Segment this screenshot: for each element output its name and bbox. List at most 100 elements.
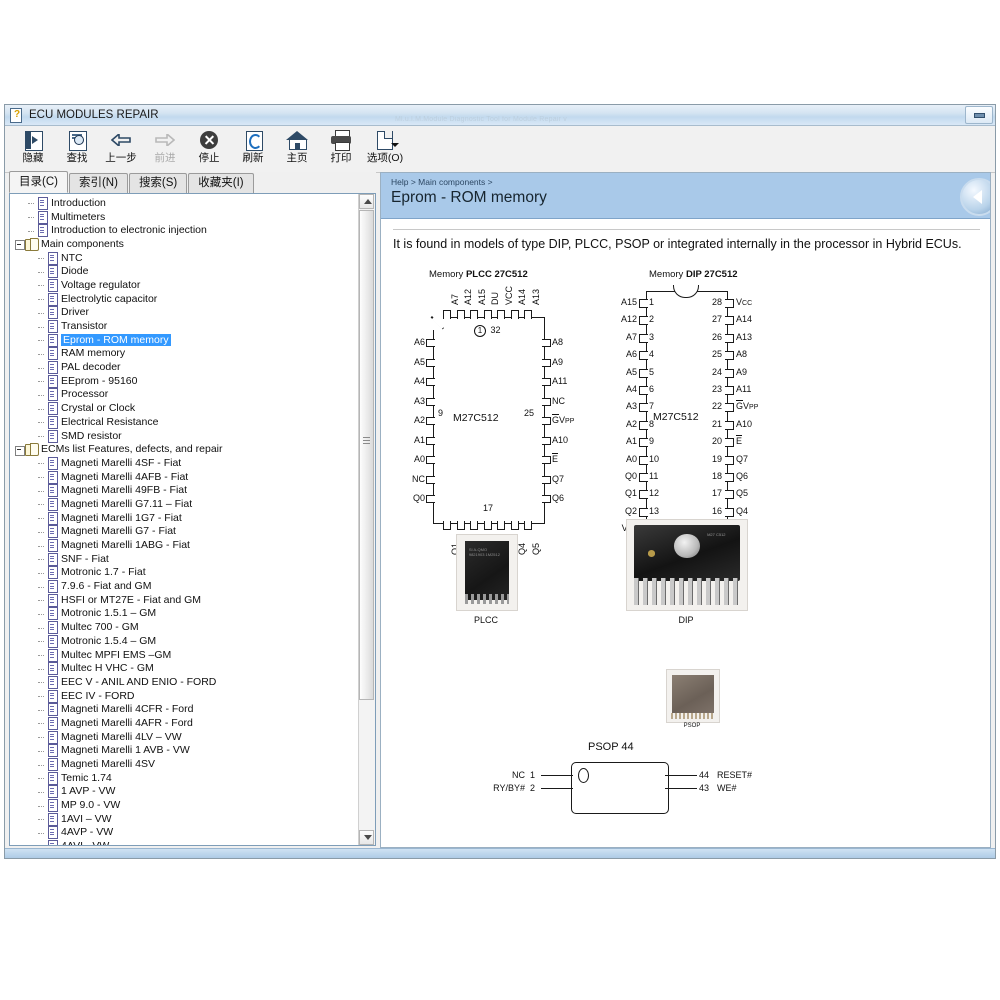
back-circle-icon[interactable]	[960, 178, 991, 216]
tree-item-introduction[interactable]: Introduction	[10, 196, 359, 210]
tree-item-1avi-vw[interactable]: 1AVI – VW	[10, 812, 359, 826]
tree-item-7-9-6-fiat-and-gm[interactable]: 7.9.6 - Fiat and GM	[10, 579, 359, 593]
tree-item-magneti-marelli-1-avb-vw[interactable]: Magneti Marelli 1 AVB - VW	[10, 744, 359, 758]
dip-pin-number: 22	[704, 402, 722, 411]
plcc-pin-label: A8	[552, 338, 563, 347]
tree-item-ram-memory[interactable]: RAM memory	[10, 347, 359, 361]
page-icon	[47, 662, 58, 674]
tab-search[interactable]: 搜索(S)	[129, 173, 187, 193]
tree-item-transistor[interactable]: Transistor	[10, 319, 359, 333]
psop-chip-legs	[671, 713, 715, 719]
dip-pin-number: 1	[649, 298, 654, 307]
tree-item-smd-resistor[interactable]: SMD resistor	[10, 429, 359, 443]
tree-item-main-components[interactable]: Main components	[10, 237, 359, 251]
tree-item-introduction-to-electronic-injection[interactable]: Introduction to electronic injection	[10, 223, 359, 237]
tree-item-electrical-resistance[interactable]: Electrical Resistance	[10, 415, 359, 429]
tree-item-magneti-marelli-1abg-fiat[interactable]: Magneti Marelli 1ABG - Fiat	[10, 538, 359, 552]
tree-item-label: Motronic 1.5.1 – GM	[61, 607, 156, 619]
toolbar-button-print[interactable]: 打印	[319, 128, 363, 170]
tree-item-magneti-marelli-4afr-ford[interactable]: Magneti Marelli 4AFR - Ford	[10, 716, 359, 730]
tree-item-magneti-marelli-1g7-fiat[interactable]: Magneti Marelli 1G7 - Fiat	[10, 511, 359, 525]
scrollbar-thumb[interactable]	[359, 210, 374, 700]
tree-item-eprom-rom-memory[interactable]: Eprom - ROM memory	[10, 333, 359, 347]
minimize-button[interactable]	[965, 106, 993, 124]
tree-item-snf-fiat[interactable]: SNF - Fiat	[10, 552, 359, 566]
page-icon	[47, 785, 58, 797]
tree-item-multec-mpfi-ems-gm[interactable]: Multec MPFI EMS –GM	[10, 648, 359, 662]
tree-item-temic-1-74[interactable]: Temic 1.74	[10, 771, 359, 785]
tree-item-hsfi-or-mt27e-fiat-and-gm[interactable]: HSFI or MT27E - Fiat and GM	[10, 593, 359, 607]
tree-item-eec-iv-ford[interactable]: EEC IV - FORD	[10, 689, 359, 703]
toolbar-button-back[interactable]: 上一步	[99, 128, 143, 170]
plcc-pin-stub	[524, 310, 532, 319]
dip-pin-number: 17	[704, 489, 722, 498]
tree-item-1-avp-vw[interactable]: 1 AVP - VW	[10, 785, 359, 799]
toolbar-button-hide[interactable]: 隐藏	[11, 128, 55, 170]
toolbar-button-find[interactable]: 查找	[55, 128, 99, 170]
page-icon	[47, 635, 58, 647]
scroll-down-button[interactable]	[359, 830, 374, 845]
dip-title-prefix: Memory	[649, 269, 683, 280]
tree-item-voltage-regulator[interactable]: Voltage regulator	[10, 278, 359, 292]
tree-item-magneti-marelli-4cfr-ford[interactable]: Magneti Marelli 4CFR - Ford	[10, 702, 359, 716]
tree-item-motronic-1-7-fiat[interactable]: Motronic 1.7 - Fiat	[10, 566, 359, 580]
tree-item-magneti-marelli-4sf-fiat[interactable]: Magneti Marelli 4SF - Fiat	[10, 456, 359, 470]
tree-item-label: PAL decoder	[61, 361, 121, 373]
tree-item-crystal-or-clock[interactable]: Crystal or Clock	[10, 401, 359, 415]
tree-item-eec-v-anil-and-enio-ford[interactable]: EEC V - ANIL AND ENIO - FORD	[10, 675, 359, 689]
tree-item-magneti-marelli-4afb-fiat[interactable]: Magneti Marelli 4AFB - Fiat	[10, 470, 359, 484]
tree-vertical-scrollbar[interactable]	[358, 194, 375, 845]
dip-pin-number: 11	[649, 472, 658, 481]
tree-item-magneti-marelli-g7-fiat[interactable]: Magneti Marelli G7 - Fiat	[10, 525, 359, 539]
plcc-pin-stub	[524, 521, 532, 530]
tree-connector-icon	[36, 265, 47, 278]
tab-index[interactable]: 索引(N)	[69, 173, 128, 193]
tree-item-motronic-1-5-4-gm[interactable]: Motronic 1.5.4 – GM	[10, 634, 359, 648]
tree-item-diode[interactable]: Diode	[10, 264, 359, 278]
toolbar-button-stop[interactable]: 停止	[187, 128, 231, 170]
plcc-pin-label: A10	[552, 436, 568, 445]
dip-pin-name: Q5	[736, 489, 748, 498]
tree-expander-minus-icon[interactable]	[14, 443, 25, 456]
tree-item-magneti-marelli-4lv-vw[interactable]: Magneti Marelli 4LV – VW	[10, 730, 359, 744]
tree-item-label: Magneti Marelli 4CFR - Ford	[61, 703, 193, 715]
contents-tree[interactable]: IntroductionMultimetersIntroduction to e…	[10, 196, 359, 845]
tab-contents[interactable]: 目录(C)	[9, 171, 68, 193]
tree-item-pal-decoder[interactable]: PAL decoder	[10, 360, 359, 374]
tree-item-motronic-1-5-1-gm[interactable]: Motronic 1.5.1 – GM	[10, 607, 359, 621]
tree-item-multimeters[interactable]: Multimeters	[10, 210, 359, 224]
toolbar-button-home[interactable]: 主页	[275, 128, 319, 170]
plcc-pin-stub	[457, 521, 465, 530]
tree-item-eeprom-95160[interactable]: EEprom - 95160	[10, 374, 359, 388]
tree-item-multec-h-vhc-gm[interactable]: Multec H VHC - GM	[10, 661, 359, 675]
scroll-up-button[interactable]	[359, 194, 374, 209]
tree-item-processor[interactable]: Processor	[10, 388, 359, 402]
tree-item-label: Eprom - ROM memory	[61, 334, 171, 346]
tree-expander-minus-icon[interactable]	[14, 237, 25, 250]
tree-connector-icon	[36, 648, 47, 661]
tree-item-magneti-marelli-4sv[interactable]: Magneti Marelli 4SV	[10, 757, 359, 771]
tree-item-mp-9-0-vw[interactable]: MP 9.0 - VW	[10, 798, 359, 812]
dip-pin-stub	[639, 351, 648, 360]
tree-item-ecms-list-features-defects-and-repair[interactable]: ECMs list Features, defects, and repair	[10, 442, 359, 456]
psop-pin-name: WE#	[717, 784, 737, 793]
tree-item-multec-700-gm[interactable]: Multec 700 - GM	[10, 620, 359, 634]
tree-connector-icon	[36, 552, 47, 565]
page-icon	[47, 279, 58, 291]
tree-item-driver[interactable]: Driver	[10, 306, 359, 320]
dip-pin-name: A3	[612, 402, 637, 411]
tree-item-magneti-marelli-49fb-fiat[interactable]: Magneti Marelli 49FB - Fiat	[10, 483, 359, 497]
toolbar-button-refresh[interactable]: 刷新	[231, 128, 275, 170]
tree-item-4avi-vw[interactable]: 4AVI - VW	[10, 839, 359, 845]
plcc-pin-label: A9	[552, 358, 563, 367]
tree-item-electrolytic-capacitor[interactable]: Electrolytic capacitor	[10, 292, 359, 306]
tree-item-magneti-marelli-g7-11-fiat[interactable]: Magneti Marelli G7.11 – Fiat	[10, 497, 359, 511]
tree-connector-icon	[26, 196, 37, 209]
toolbar-button-options[interactable]: 选项(O)	[363, 128, 407, 170]
tree-connector-icon	[36, 497, 47, 510]
tab-favorites[interactable]: 收藏夹(I)	[188, 173, 253, 193]
tree-item-ntc[interactable]: NTC	[10, 251, 359, 265]
content-header: Help > Main components > Eprom - ROM mem…	[381, 173, 990, 219]
tree-item-4avp-vw[interactable]: 4AVP - VW	[10, 826, 359, 840]
page-icon	[47, 306, 58, 318]
